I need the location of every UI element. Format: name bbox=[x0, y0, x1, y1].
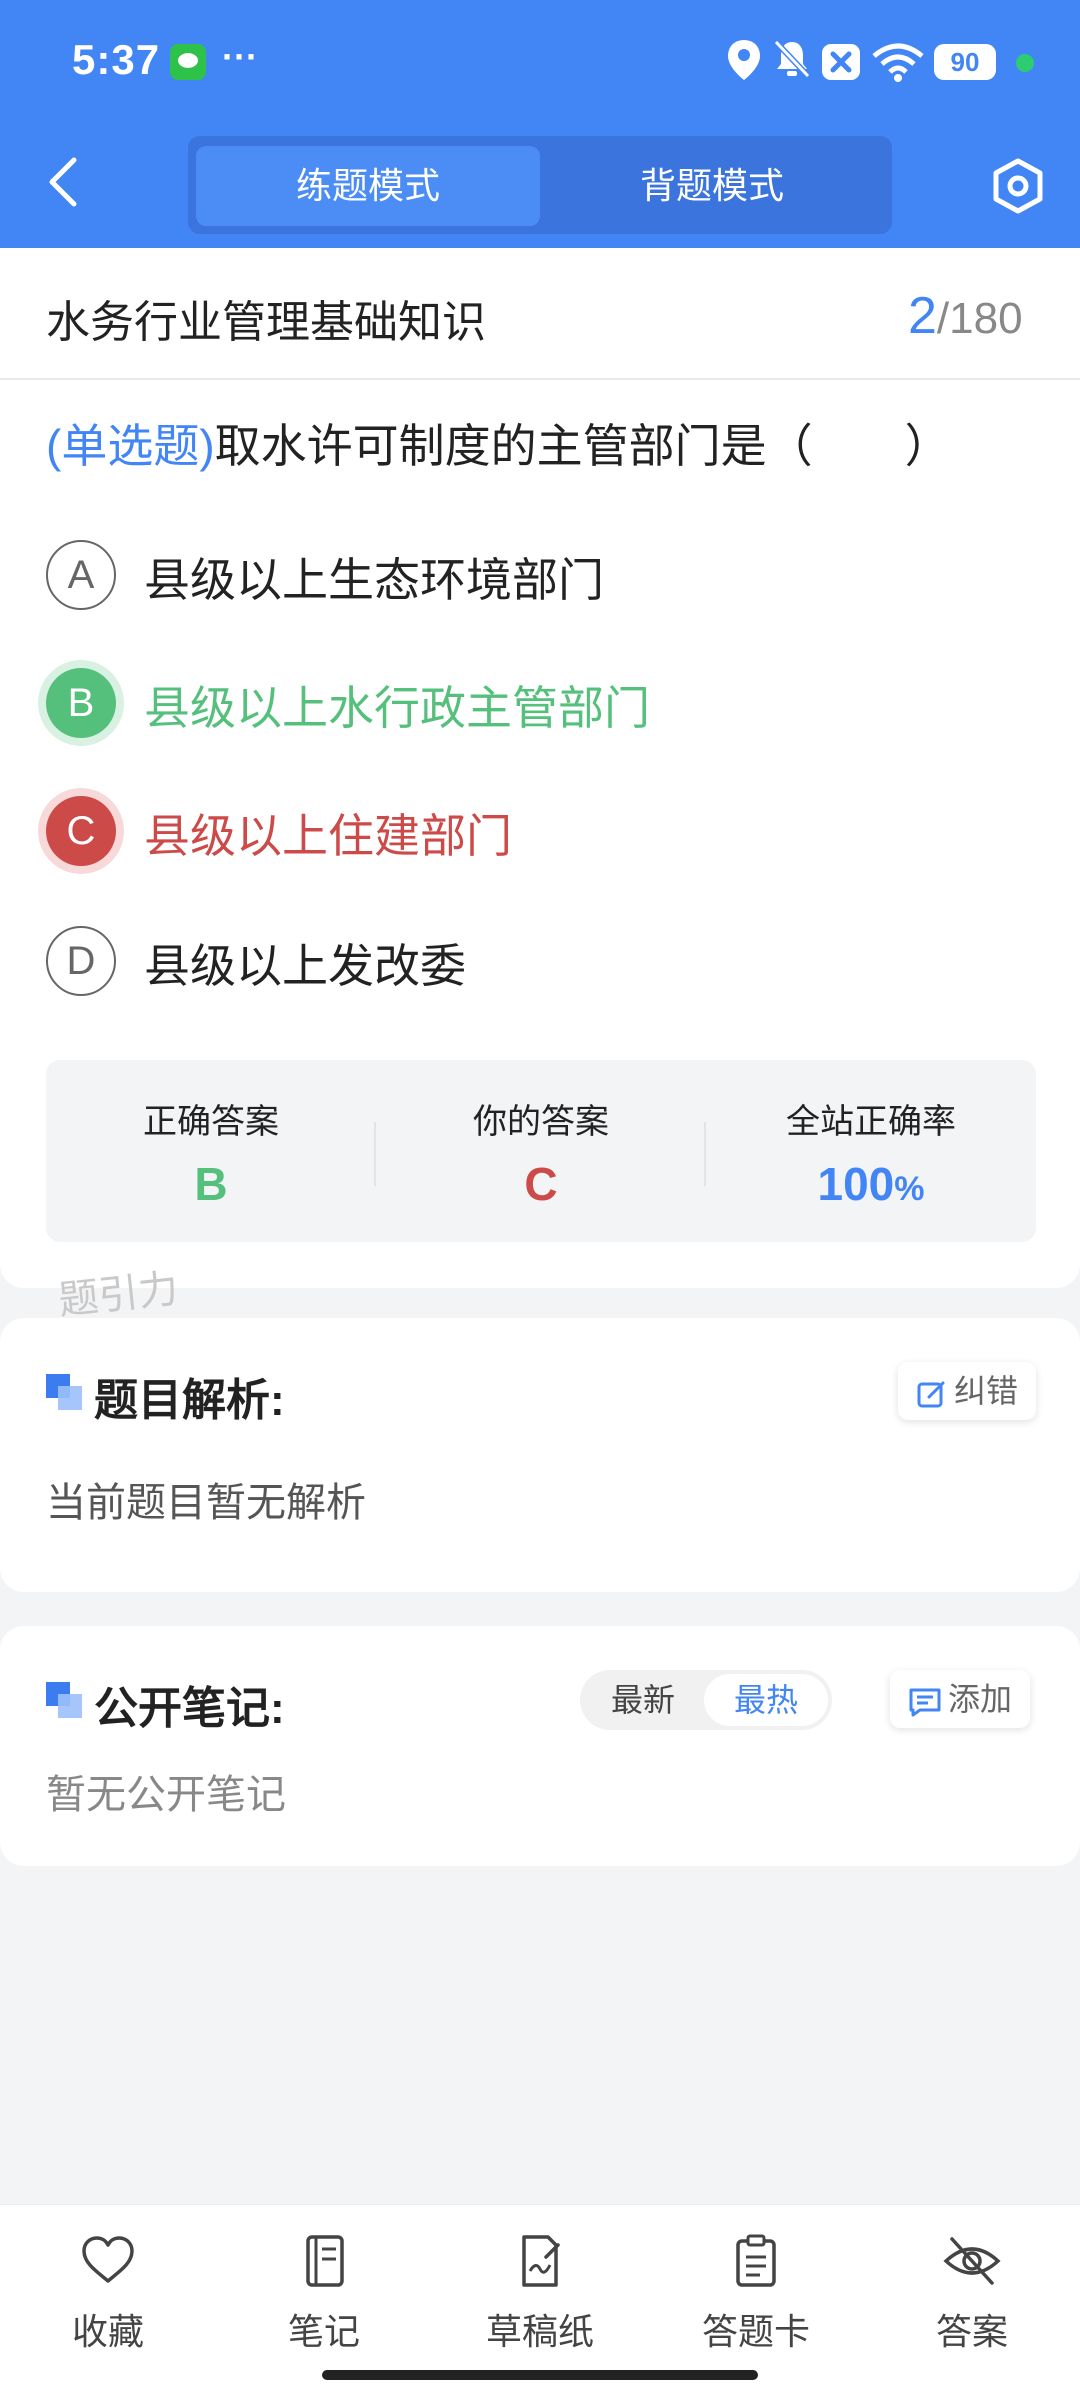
correct-answer-label: 正确答案 bbox=[143, 1103, 279, 1141]
location-icon bbox=[728, 40, 760, 80]
analysis-card bbox=[0, 1318, 1080, 1592]
nav-scratch-paper[interactable]: 草稿纸 bbox=[432, 2231, 648, 2371]
heart-icon bbox=[82, 2236, 134, 2283]
option-letter: B bbox=[46, 668, 116, 738]
nav-favorite-label: 收藏 bbox=[71, 2311, 144, 2352]
comment-icon bbox=[909, 1688, 941, 1717]
add-note-button[interactable]: 添加 bbox=[890, 1670, 1031, 1728]
accuracy-stat: 全站正确率 100% bbox=[706, 1060, 1036, 1242]
question-type: (单选题) bbox=[46, 420, 215, 472]
nav-notes-label: 笔记 bbox=[287, 2311, 360, 2352]
battery-icon: 90 bbox=[934, 44, 996, 80]
nav-answer-card-label: 答题卡 bbox=[701, 2311, 810, 2352]
status-time: 5:37 bbox=[72, 36, 161, 83]
option-letter: A bbox=[46, 540, 116, 610]
accuracy-number: 100 bbox=[817, 1158, 895, 1210]
nav-show-answer[interactable]: 答案 bbox=[864, 2231, 1080, 2371]
accuracy-unit: % bbox=[894, 1170, 925, 1208]
tab-recite-mode[interactable]: 背题模式 bbox=[540, 146, 884, 226]
sort-hot-button[interactable]: 最热 bbox=[704, 1674, 828, 1726]
analysis-title: 题目解析: bbox=[94, 1376, 285, 1425]
report-error-label: 纠错 bbox=[954, 1373, 1019, 1409]
your-answer-label: 你的答案 bbox=[473, 1103, 609, 1141]
notes-empty-text: 暂无公开笔记 bbox=[46, 1773, 286, 1817]
option-a[interactable]: A 县级以上生态环境部门 bbox=[46, 540, 1046, 616]
nav-notes[interactable]: 笔记 bbox=[216, 2231, 432, 2371]
report-error-button[interactable]: 纠错 bbox=[898, 1362, 1037, 1420]
question-progress: 2/180 bbox=[908, 286, 1023, 346]
option-text: 县级以上水行政主管部门 bbox=[144, 682, 650, 734]
charging-dot bbox=[1016, 54, 1034, 72]
progress-separator: / bbox=[936, 294, 950, 343]
nav-answer-card[interactable]: 答题卡 bbox=[648, 2231, 864, 2371]
wifi-icon bbox=[872, 43, 924, 82]
current-question-number: 2 bbox=[908, 287, 937, 345]
nav-answer-label: 答案 bbox=[935, 2311, 1008, 2352]
option-text: 县级以上发改委 bbox=[144, 940, 466, 992]
eye-off-icon bbox=[943, 2237, 1001, 2285]
correct-answer-stat: 正确答案 B bbox=[46, 1060, 376, 1242]
section-marker-icon bbox=[46, 1682, 82, 1718]
total-question-count: 180 bbox=[949, 294, 1023, 343]
clipboard-icon bbox=[736, 2234, 776, 2287]
notes-card bbox=[0, 1626, 1080, 1866]
your-answer-value: C bbox=[524, 1158, 558, 1210]
notebook-icon bbox=[306, 2235, 344, 2287]
divider bbox=[0, 378, 1080, 380]
accuracy-value: 100% bbox=[706, 1157, 1036, 1211]
wechat-icon bbox=[170, 44, 206, 80]
accuracy-label: 全站正确率 bbox=[786, 1103, 956, 1141]
option-c[interactable]: C 县级以上住建部门 bbox=[46, 796, 1046, 872]
option-text: 县级以上生态环境部门 bbox=[144, 554, 604, 606]
home-indicator bbox=[322, 2370, 758, 2380]
subject-title: 水务行业管理基础知识 bbox=[46, 298, 486, 347]
question-stem: (单选题)取水许可制度的主管部门是（ ） bbox=[46, 410, 951, 476]
edit-icon bbox=[917, 1381, 945, 1408]
close-box-icon bbox=[822, 44, 860, 80]
add-note-label: 添加 bbox=[948, 1681, 1013, 1717]
option-letter: C bbox=[46, 796, 116, 866]
settings-icon[interactable] bbox=[988, 156, 1048, 216]
nav-scratch-label: 草稿纸 bbox=[485, 2311, 594, 2352]
scratch-paper-icon bbox=[522, 2235, 560, 2287]
analysis-body: 当前题目暂无解析 bbox=[46, 1481, 366, 1525]
tab-practice-mode[interactable]: 练题模式 bbox=[196, 146, 540, 226]
notes-sort-toggle: 最新 最热 bbox=[580, 1670, 832, 1730]
back-icon[interactable] bbox=[40, 152, 90, 212]
option-text: 县级以上住建部门 bbox=[144, 810, 512, 862]
mute-bell-icon bbox=[773, 39, 811, 79]
sort-latest-button[interactable]: 最新 bbox=[580, 1670, 706, 1730]
notes-title: 公开笔记: bbox=[94, 1684, 285, 1733]
section-marker-icon bbox=[46, 1374, 82, 1410]
more-notifications-indicator: ··· bbox=[222, 36, 258, 77]
question-text: 取水许可制度的主管部门是（ ） bbox=[214, 420, 951, 472]
answer-stats-panel: 正确答案 B 你的答案 C 全站正确率 100% bbox=[46, 1060, 1036, 1242]
nav-favorite[interactable]: 收藏 bbox=[0, 2231, 216, 2371]
option-letter: D bbox=[46, 926, 116, 996]
watermark: 题引力 bbox=[56, 1266, 181, 1324]
correct-answer-value: B bbox=[194, 1158, 228, 1210]
your-answer-stat: 你的答案 C bbox=[376, 1060, 706, 1242]
option-d[interactable]: D 县级以上发改委 bbox=[46, 926, 1046, 1002]
option-b[interactable]: B 县级以上水行政主管部门 bbox=[46, 668, 1046, 744]
